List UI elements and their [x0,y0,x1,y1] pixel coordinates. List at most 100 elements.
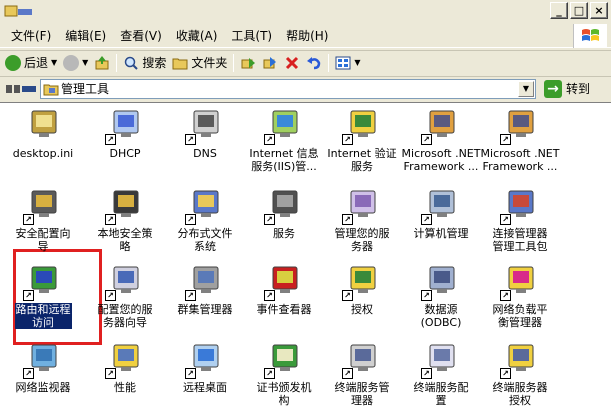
file-item[interactable]: ↗ 连接管理器 管理工具包 [480,187,560,253]
search-icon [125,56,139,70]
file-item[interactable]: ↗ 授权 [322,263,402,316]
file-item-label: 安全配置向 导 [15,227,71,253]
licensing-icon: ↗ [342,263,382,301]
file-item-label: Microsoft .NET Framework ... [480,147,560,173]
menu-tools[interactable]: 工具(T) [224,26,279,46]
folders-label: 文件夹 [191,56,228,70]
forward-arrow-icon [63,54,80,71]
address-label [0,79,40,99]
toolbar-separator [233,53,235,72]
performance-icon: ↗ [105,341,145,379]
file-item[interactable]: ↗ 终端服务管 理器 [322,341,402,407]
toolbar-separator [116,53,118,72]
shortcut-arrow-icon: ↗ [421,134,432,145]
file-item[interactable]: ↗ 服务 [244,187,324,240]
shortcut-arrow-icon: ↗ [421,214,432,225]
file-item-label: 管理您的服 务器 [334,227,390,253]
file-item[interactable]: ↗ 终端服务配 置 [401,341,481,407]
file-item[interactable]: ↗ 数据源 (ODBC) [401,263,481,329]
file-item[interactable]: ↗ Internet 信息 服务(IIS)管... [244,107,324,173]
ts-manager-icon: ↗ [342,341,382,379]
file-item[interactable]: ↗ 计算机管理 [401,187,481,240]
dfs-icon: ↗ [185,187,225,225]
file-item-label: 证书颁发机 构 [256,381,312,407]
file-item[interactable]: ↗ 分布式文件 系统 [165,187,245,253]
shortcut-arrow-icon: ↗ [23,368,34,379]
file-item-label: 网络监视器 [15,381,71,394]
minimize-button[interactable]: _ [550,2,568,19]
menu-favorites[interactable]: 收藏(A) [169,26,225,46]
address-input[interactable]: 管理工具 ▼ [40,78,536,99]
undo-button[interactable] [303,53,325,73]
file-item-label: DHCP [109,147,141,160]
menu-help[interactable]: 帮助(H) [279,26,335,46]
file-item[interactable]: ↗ 安全配置向 导 [3,187,83,253]
close-button[interactable]: × [590,2,608,19]
file-item-label: desktop.ini [12,147,74,160]
file-item[interactable]: ↗ 远程桌面 [165,341,245,394]
up-button[interactable] [91,53,113,73]
windows-logo-icon [573,24,607,48]
forward-button[interactable]: ▼ [60,53,91,73]
delete-button[interactable] [281,53,303,73]
search-button[interactable]: 搜索 [120,53,169,73]
folder-icon [172,58,188,69]
file-item-label: 终端服务器 授权 [492,381,548,407]
file-item[interactable]: ↗ DNS [165,107,245,160]
views-button[interactable]: ▼ [332,53,363,73]
cluster-icon: ↗ [185,263,225,301]
ini-file-icon [23,107,63,145]
file-item[interactable]: ↗ Microsoft .NET Framework ... [401,107,481,173]
toolbar: 后退 ▼ ▼ 搜索 文件夹 ▼ [0,50,611,74]
file-item-label: 网络负载平 衡管理器 [492,303,548,329]
file-item[interactable]: desktop.ini [3,107,83,160]
shortcut-arrow-icon: ↗ [23,290,34,301]
shortcut-arrow-icon: ↗ [264,134,275,145]
file-item[interactable]: ↗ 路由和远程 访问 [3,263,83,329]
file-item[interactable]: ↗ 性能 [85,341,165,394]
file-item[interactable]: ↗ 网络监视器 [3,341,83,394]
menu-file[interactable]: 文件(F) [4,26,58,46]
go-button[interactable]: → 转到 [544,79,590,98]
shortcut-arrow-icon: ↗ [500,214,511,225]
dotnet-icon: ↗ [421,107,461,145]
file-item[interactable]: ↗ Internet 验证 服务 [322,107,402,173]
window-icon [4,5,32,17]
cmak-icon: ↗ [500,187,540,225]
delete-icon [286,56,299,69]
maximize-button[interactable]: □ [570,2,588,19]
file-item[interactable]: ↗ 管理您的服 务器 [322,187,402,253]
ts-config-icon: ↗ [421,341,461,379]
file-item[interactable]: ↗ Microsoft .NET Framework ... [480,107,560,173]
file-item[interactable]: ↗ 终端服务器 授权 [480,341,560,407]
computer-management-icon: ↗ [421,187,461,225]
move-to-button[interactable] [237,53,259,73]
address-value: 管理工具 [61,82,110,96]
configure-server-icon: ↗ [105,263,145,301]
shortcut-arrow-icon: ↗ [105,214,116,225]
address-dropdown-button[interactable]: ▼ [518,80,534,97]
folders-button[interactable]: 文件夹 [169,53,230,73]
file-item-label: 数据源 (ODBC) [420,303,462,329]
copy-to-icon [263,56,277,68]
file-item[interactable]: ↗ 事件查看器 [244,263,324,316]
window-controls: _ □ × [550,2,608,19]
file-item[interactable]: ↗ 配置您的服 务器向导 [85,263,165,329]
menu-view[interactable]: 查看(V) [113,26,169,46]
file-item[interactable]: ↗ 群集管理器 [165,263,245,316]
menu-edit[interactable]: 编辑(E) [58,26,113,46]
file-item-label: 终端服务管 理器 [334,381,390,407]
shortcut-arrow-icon: ↗ [185,368,196,379]
file-item[interactable]: ↗ 本地安全策 略 [85,187,165,253]
shortcut-arrow-icon: ↗ [342,214,353,225]
back-button[interactable]: 后退 ▼ [2,53,60,73]
file-item[interactable]: ↗ 证书颁发机 构 [244,341,324,407]
shortcut-arrow-icon: ↗ [264,290,275,301]
search-label: 搜索 [142,56,167,70]
copy-to-button[interactable] [259,53,281,73]
file-item[interactable]: ↗ DHCP [85,107,165,160]
chevron-down-icon: ▼ [82,58,89,67]
manage-server-icon: ↗ [342,187,382,225]
rras-icon: ↗ [23,263,63,301]
file-item[interactable]: ↗ 网络负载平 衡管理器 [480,263,560,329]
